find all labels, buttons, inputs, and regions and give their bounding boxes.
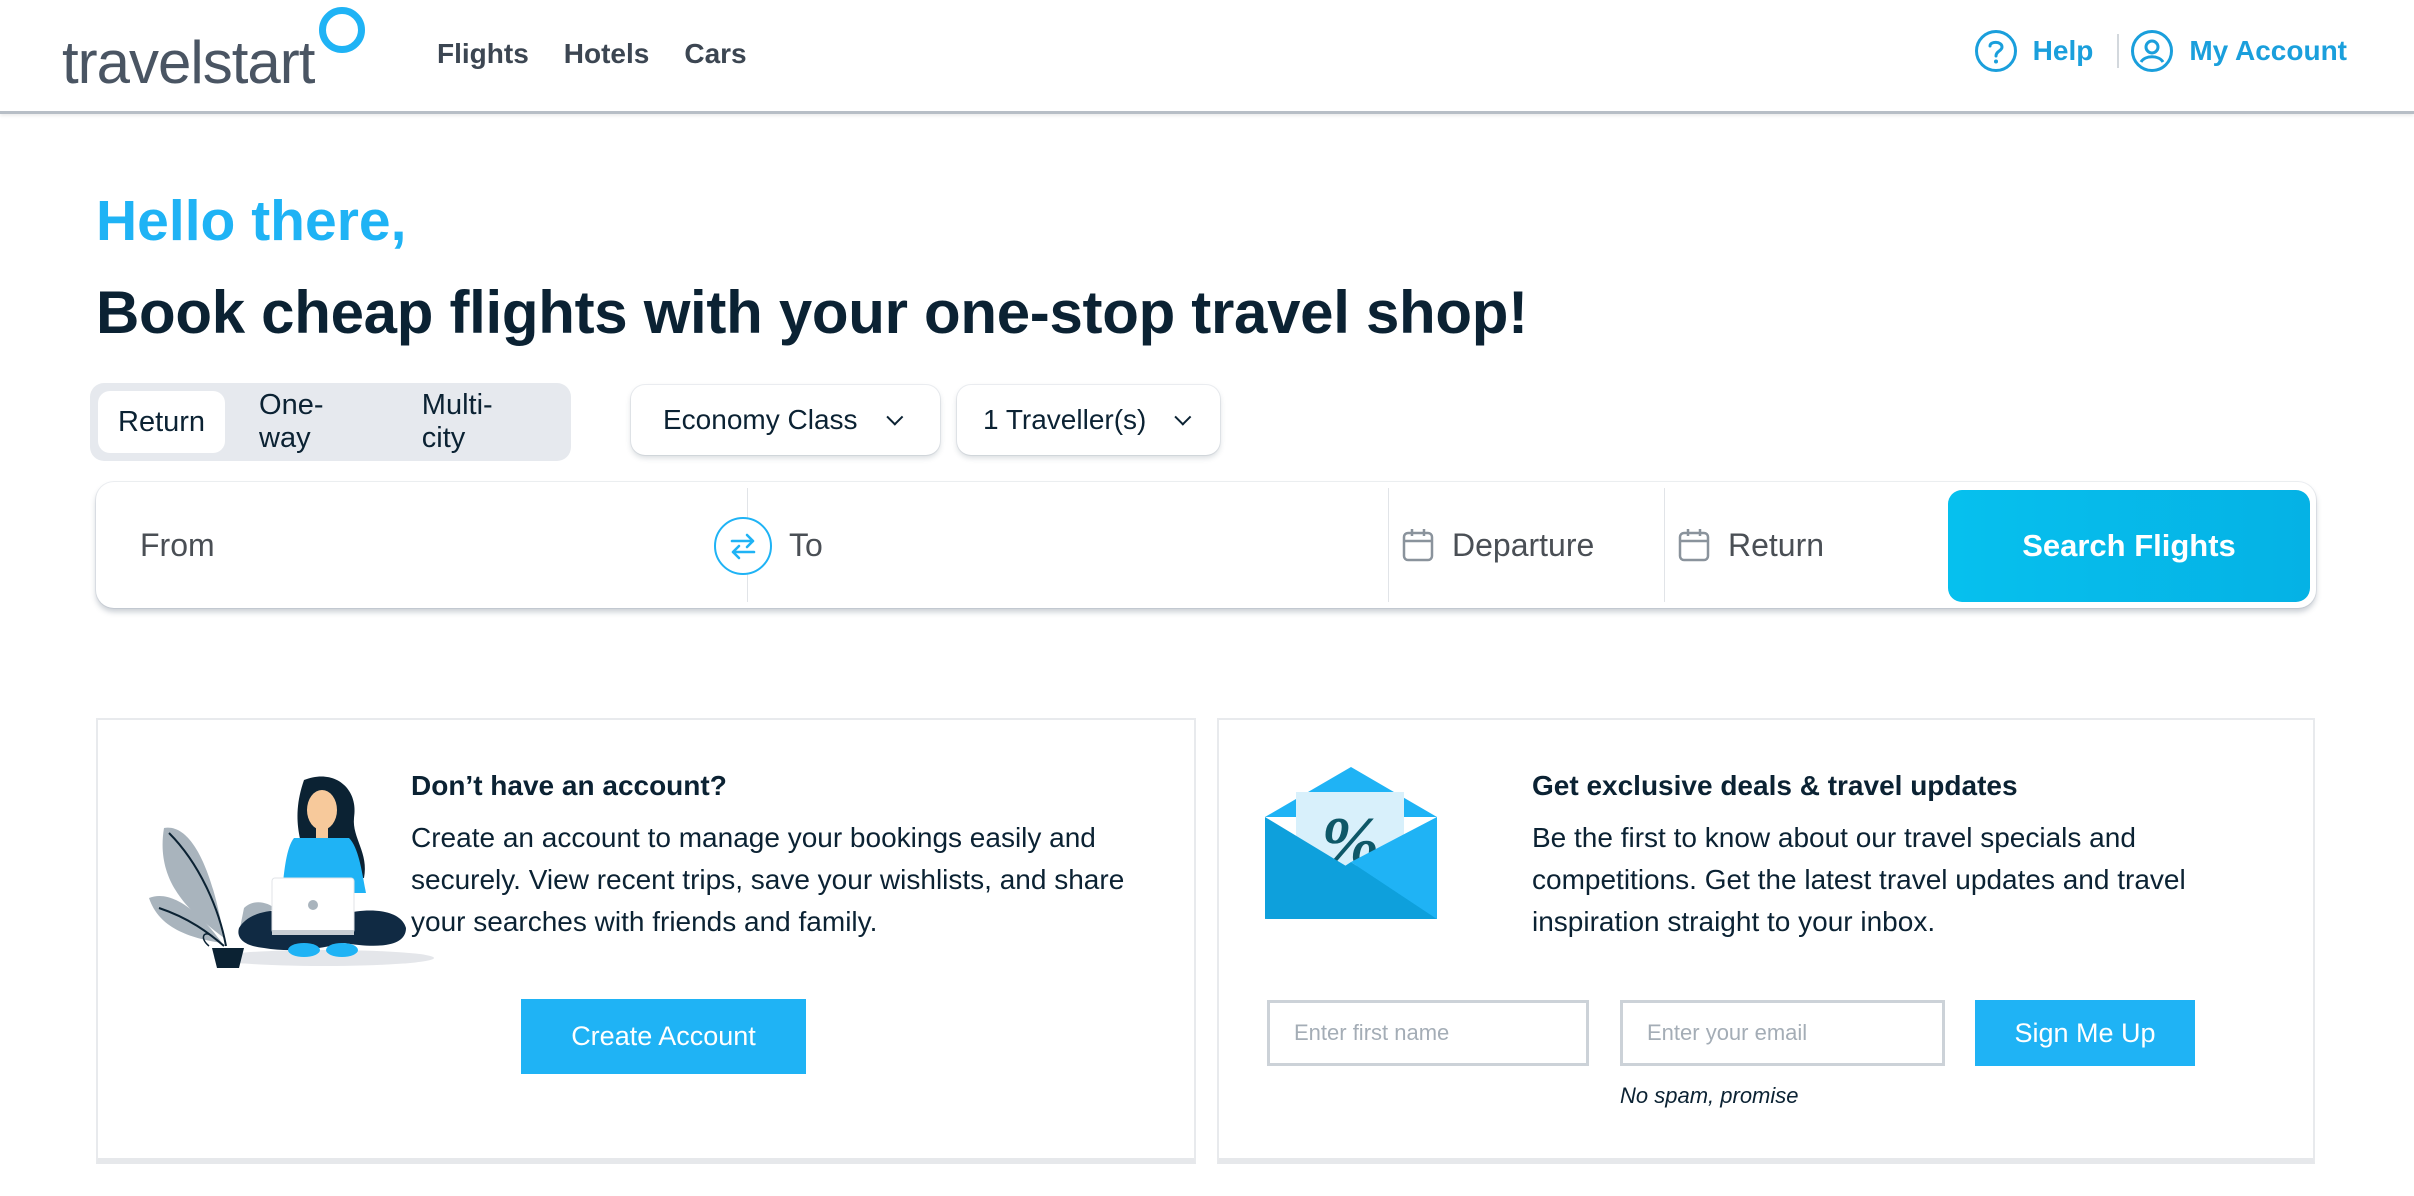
- search-flights-button[interactable]: Search Flights: [1948, 490, 2310, 602]
- travellers-value: 1 Traveller(s): [983, 404, 1147, 435]
- from-placeholder: From: [140, 526, 215, 563]
- departure-date-input[interactable]: Departure: [1402, 482, 1594, 608]
- tab-one-way[interactable]: One-way: [239, 389, 388, 454]
- logo-ring-icon: [319, 7, 365, 53]
- help-label: Help: [2032, 35, 2094, 66]
- to-input[interactable]: To: [789, 482, 1429, 608]
- woman-with-laptop-illustration: [149, 776, 434, 968]
- help-link[interactable]: Help: [1974, 30, 2094, 72]
- return-date-input[interactable]: Return: [1678, 482, 1824, 608]
- sign-me-up-button[interactable]: Sign Me Up: [1975, 1000, 2195, 1066]
- create-account-title: Don’t have an account?: [411, 770, 727, 801]
- main-nav: Flights Hotels Cars: [437, 38, 747, 70]
- greeting-heading: Hello there,: [96, 189, 407, 253]
- email-input[interactable]: [1620, 1000, 1945, 1066]
- user-account-icon: [2131, 30, 2174, 72]
- cabin-class-dropdown[interactable]: Economy Class: [631, 385, 940, 455]
- logo-text: travelstart: [62, 29, 315, 96]
- create-account-description: Create an account to manage your booking…: [411, 822, 1125, 937]
- trip-type-tabs: Return One-way Multi-city: [90, 383, 571, 461]
- to-placeholder: To: [789, 526, 823, 563]
- swap-arrows-icon: [730, 533, 756, 560]
- create-account-card: Don’t have an account? Create an account…: [96, 718, 1196, 1164]
- field-divider: [1664, 488, 1665, 602]
- header-actions: Help My Account: [1974, 30, 2347, 72]
- return-placeholder: Return: [1728, 526, 1825, 563]
- create-account-button[interactable]: Create Account: [521, 999, 806, 1074]
- nav-flights[interactable]: Flights: [437, 38, 529, 70]
- departure-placeholder: Departure: [1452, 526, 1595, 563]
- calendar-icon: [1402, 529, 1434, 562]
- newsletter-card: % Get exclusive deals & travel updates B…: [1217, 718, 2315, 1164]
- no-spam-note: No spam, promise: [1620, 1083, 1799, 1108]
- flight-search-bar: From To Departure Return Search Flights: [96, 482, 2316, 608]
- chevron-down-icon: [885, 408, 903, 426]
- first-name-input[interactable]: [1267, 1000, 1589, 1066]
- top-navigation-bar: travelstart Flights Hotels Cars Help My …: [0, 0, 2414, 114]
- help-question-icon: [1974, 30, 2017, 72]
- cabin-class-value: Economy Class: [663, 404, 858, 435]
- my-account-link[interactable]: My Account: [2131, 30, 2347, 72]
- tab-return[interactable]: Return: [98, 391, 226, 453]
- my-account-label: My Account: [2189, 35, 2347, 66]
- header-divider: [2117, 34, 2120, 68]
- calendar-icon: [1678, 529, 1710, 562]
- travellers-dropdown[interactable]: 1 Traveller(s): [957, 385, 1220, 455]
- nav-hotels[interactable]: Hotels: [564, 38, 650, 70]
- nav-cars[interactable]: Cars: [684, 38, 746, 70]
- chevron-down-icon: [1174, 408, 1192, 426]
- tab-multi-city[interactable]: Multi-city: [402, 389, 549, 454]
- swap-locations-button[interactable]: [714, 517, 772, 575]
- newsletter-description: Be the first to know about our travel sp…: [1532, 822, 2186, 937]
- from-input[interactable]: From: [140, 482, 740, 608]
- newsletter-title: Get exclusive deals & travel updates: [1532, 770, 2018, 801]
- envelope-discount-illustration: %: [1265, 767, 1437, 919]
- page-headline: Book cheap flights with your one-stop tr…: [96, 279, 1528, 346]
- field-divider: [1388, 488, 1389, 602]
